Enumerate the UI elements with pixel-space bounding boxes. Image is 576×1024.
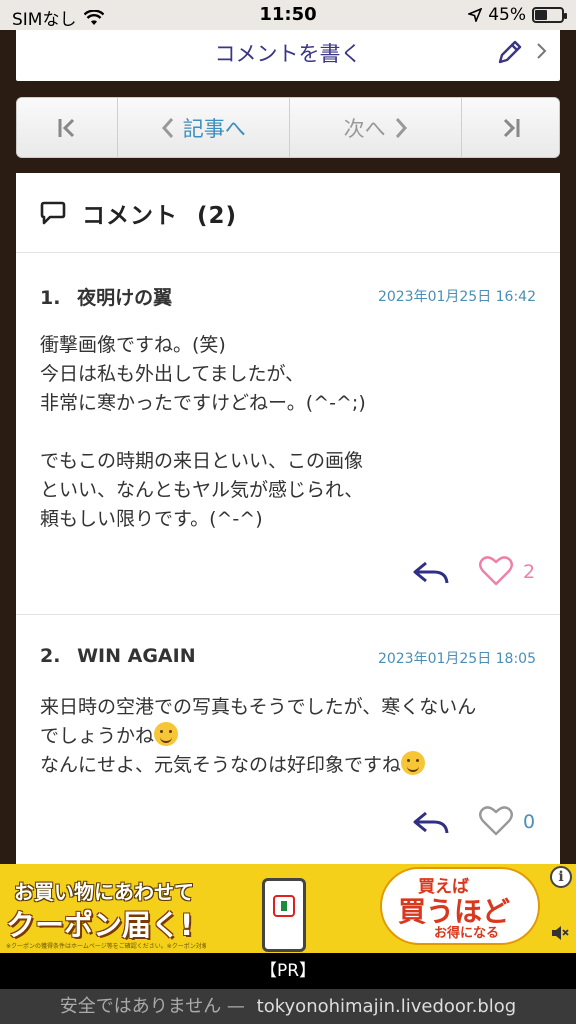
battery-percent: 45% [488,5,526,25]
location-arrow-icon [468,8,483,22]
reply-icon[interactable] [412,809,450,837]
ad-fine-print: ※クーポンの獲得条件はホームページ等をご確認ください。※クーポン対象商品は一部で… [6,943,206,950]
chevron-right-icon [395,117,407,138]
smile-emoji-icon [401,751,426,775]
write-comment-label: コメントを書く [214,42,362,66]
first-page-button[interactable] [17,98,118,157]
prev-article-label: 記事へ [182,116,246,141]
comments-header: コメント (2) [16,173,560,253]
comment-number: 1. [40,287,61,309]
like-count: 2 [523,561,536,583]
url-domain: tokyonohimajin.livedoor.blog [256,996,517,1017]
comment-author: 夜明けの翼 [77,287,173,309]
comment-line: なんにせよ、元気そうなのは好印象ですね [40,754,402,776]
comment-item: 1. 夜明けの翼 2023年01月25日 16:42 衝撃画像ですね。(笑) 今… [16,253,560,615]
comment-line: でしょうかね [40,725,155,747]
comment-body: 衝撃画像ですね。(笑) 今日は私も外出してましたが、 非常に寒かったですけどねー… [40,334,366,530]
next-article-label: 次へ [343,116,386,141]
comments-title: コメント [82,202,178,229]
comment-author: WIN AGAIN [77,645,196,667]
comment-bubble-icon [40,201,66,224]
chevron-right-icon [537,43,547,59]
heart-icon[interactable] [478,803,514,837]
mute-icon[interactable] [550,924,570,942]
next-article-button[interactable]: 次へ [289,98,463,157]
sweat-smile-emoji-icon [154,722,179,746]
comment-line: 来日時の空港での写真もそうでしたが、寒くないん [40,696,477,718]
ad-title: クーポン届く! [6,908,194,942]
ad-info-icon[interactable]: i [550,866,572,888]
prev-article-button[interactable]: 記事へ [117,98,290,157]
comment-item: 2. WIN AGAIN 2023年01月25日 18:05 来日時の空港での写… [16,615,560,875]
ad-banner[interactable]: お買い物にあわせて クーポン届く! ※クーポンの獲得条件はホームページ等をご確認… [0,864,576,953]
last-page-button[interactable] [462,98,559,157]
comments-count: (2) [197,202,238,229]
comment-date: 2023年01月25日 18:05 [377,651,536,667]
comment-date: 2023年01月25日 16:42 [377,289,536,305]
chevron-left-icon [161,117,173,138]
ad-badge-line3: お得になる [434,926,500,941]
ad-headline: お買い物にあわせて [14,880,194,904]
battery-icon [532,7,567,23]
pr-label: 【PR】 [0,953,576,989]
phone-illustration-icon [262,878,306,952]
like-count: 0 [523,811,536,833]
comment-body: 来日時の空港での写真もそうでしたが、寒くないん でしょうかね なんにせよ、元気そ… [40,693,540,780]
comment-number: 2. [40,645,61,667]
skip-first-icon [58,118,74,137]
write-comment-button[interactable]: コメントを書く [16,30,560,81]
address-bar[interactable]: 安全ではありません — tokyonohimajin.livedoor.blog [0,989,576,1024]
comments-panel: コメント (2) 1. 夜明けの翼 2023年01月25日 16:42 衝撃画像… [16,173,560,873]
status-bar: SIMなし 11:50 45% [0,0,576,30]
skip-last-icon [503,118,520,137]
article-pager: 記事へ 次へ [16,97,560,158]
security-warning: 安全ではありません — [59,996,245,1017]
reply-icon[interactable] [412,559,450,587]
pencil-icon [498,40,522,64]
heart-icon[interactable] [478,553,514,587]
